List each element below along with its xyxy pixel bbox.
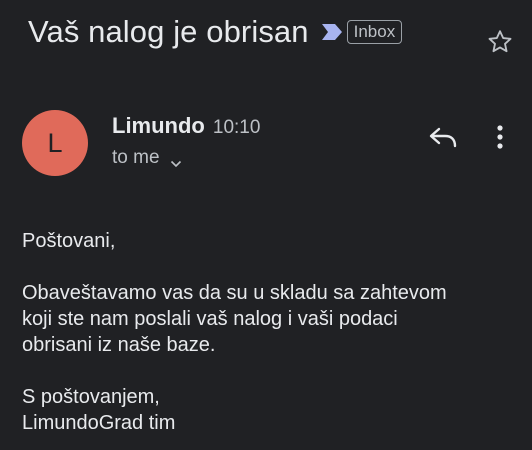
sender-line: Limundo 10:10 bbox=[112, 113, 260, 139]
body-signoff: S poštovanjem, LimundoGrad tim bbox=[22, 384, 522, 436]
email-body: Poštovani, Obaveštavamo vas da su u skla… bbox=[22, 228, 522, 436]
more-vert-icon bbox=[496, 124, 504, 155]
sender-avatar[interactable]: L bbox=[22, 110, 88, 176]
importance-marker-icon[interactable] bbox=[321, 23, 343, 41]
reply-arrow-icon bbox=[428, 125, 458, 154]
inbox-label-chip[interactable]: Inbox bbox=[346, 20, 403, 44]
reply-button[interactable] bbox=[426, 122, 460, 156]
body-greeting: Poštovani, bbox=[22, 230, 116, 252]
body-signature: LimundoGrad tim bbox=[22, 412, 176, 434]
sent-time: 10:10 bbox=[212, 117, 261, 138]
sender-name[interactable]: Limundo bbox=[112, 113, 205, 139]
body-line: koji ste nam poslali vaš nalog i vaši po… bbox=[22, 308, 398, 330]
recipient-details-toggle[interactable]: to me bbox=[112, 147, 182, 169]
more-options-button[interactable] bbox=[488, 122, 512, 156]
star-outline-icon[interactable] bbox=[486, 28, 514, 56]
body-closing: S poštovanjem, bbox=[22, 386, 160, 408]
body-line: Obaveštavamo vas da su u skladu sa zahte… bbox=[22, 282, 447, 304]
subject-row: Vaš nalog je obrisan Inbox bbox=[28, 10, 532, 54]
email-subject: Vaš nalog je obrisan bbox=[28, 14, 309, 49]
recipient-label: to me bbox=[112, 147, 160, 168]
chevron-down-icon[interactable] bbox=[170, 153, 182, 168]
body-line: obrisani iz naše baze. bbox=[22, 334, 216, 356]
body-paragraph: Obaveštavamo vas da su u skladu sa zahte… bbox=[22, 280, 522, 358]
avatar-letter: L bbox=[47, 127, 63, 158]
